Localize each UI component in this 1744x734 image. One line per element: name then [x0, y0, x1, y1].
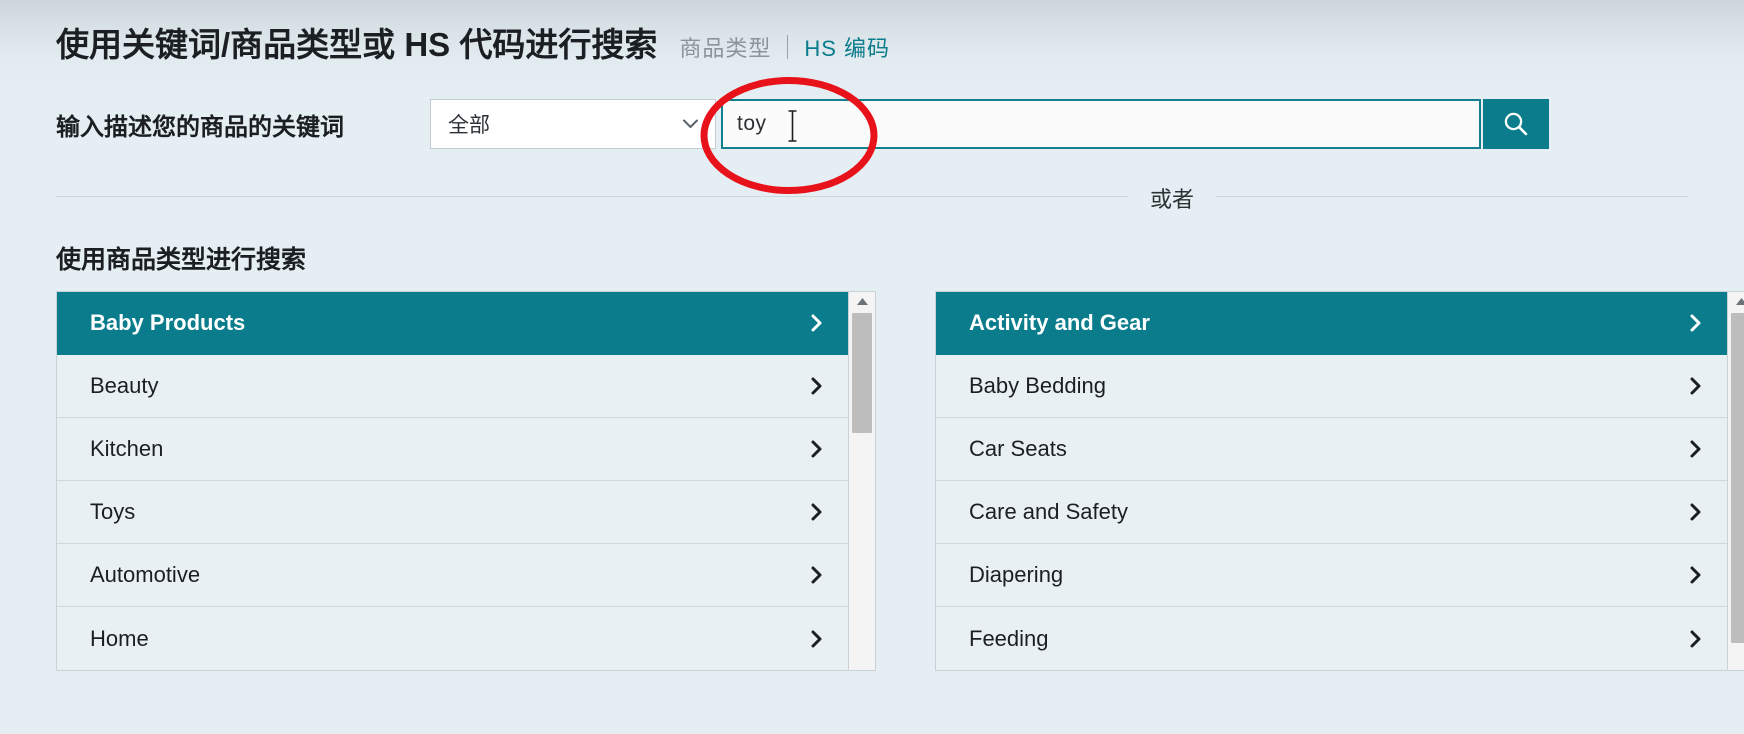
tab-product-type[interactable]: 商品类型 [679, 31, 771, 63]
category-row-care-and-safety[interactable]: Care and Safety [936, 481, 1727, 544]
chevron-right-icon [808, 501, 826, 523]
category-list-left: Baby Products Beauty Kitchen Toys Automo… [56, 291, 848, 671]
category-panels: Baby Products Beauty Kitchen Toys Automo… [56, 291, 1744, 671]
category-row-home[interactable]: Home [57, 607, 848, 670]
category-panel-left: Baby Products Beauty Kitchen Toys Automo… [56, 291, 876, 671]
chevron-right-icon [808, 628, 826, 650]
search-bar: 输入描述您的商品的关键词 全部 toy [56, 98, 1549, 150]
category-label: Diapering [969, 562, 1064, 587]
category-row-feeding[interactable]: Feeding [936, 607, 1727, 670]
category-label: Baby Products [90, 310, 246, 335]
chevron-right-icon [1687, 564, 1705, 586]
category-row-activity-and-gear[interactable]: Activity and Gear [936, 292, 1727, 355]
category-list-right: Activity and Gear Baby Bedding Car Seats [935, 291, 1727, 671]
chevron-right-icon [1687, 438, 1705, 460]
category-row-beauty[interactable]: Beauty [57, 355, 848, 418]
category-row-automotive[interactable]: Automotive [57, 544, 848, 607]
search-button[interactable] [1483, 99, 1549, 149]
caret-up-icon[interactable] [849, 292, 875, 310]
chevron-right-icon [1687, 375, 1705, 397]
category-row-kitchen[interactable]: Kitchen [57, 418, 848, 481]
category-row-toys[interactable]: Toys [57, 481, 848, 544]
tab-hs-code[interactable]: HS 编码 [804, 31, 890, 63]
scrollbar-right[interactable] [1727, 291, 1744, 671]
category-select-value: 全部 [448, 114, 490, 137]
category-select[interactable]: 全部 [430, 99, 716, 149]
text-ibeam-cursor-icon [787, 110, 798, 142]
header-links: 商品类型 HS 编码 [679, 31, 890, 63]
category-row-diapering[interactable]: Diapering [936, 544, 1727, 607]
chevron-right-icon [808, 438, 826, 460]
search-input-value: toy [737, 112, 767, 135]
or-label: 或者 [1150, 187, 1195, 212]
category-label: Beauty [90, 373, 159, 398]
chevron-right-icon [1687, 628, 1705, 650]
category-label: Baby Bedding [969, 373, 1106, 398]
chevron-right-icon [808, 564, 826, 586]
category-label: Kitchen [90, 436, 164, 461]
search-label: 输入描述您的商品的关键词 [56, 113, 344, 141]
product-search-page: 使用关键词/商品类型或 HS 代码进行搜索 商品类型 HS 编码 输入描述您的商… [0, 0, 1744, 734]
chevron-right-icon [1687, 312, 1705, 334]
divider-line-right [1216, 195, 1688, 197]
category-row-baby-bedding[interactable]: Baby Bedding [936, 355, 1727, 418]
category-label: Car Seats [969, 436, 1067, 461]
search-icon [1502, 110, 1530, 138]
category-label: Care and Safety [969, 499, 1128, 524]
category-label: Toys [90, 499, 136, 524]
category-label: Feeding [969, 625, 1049, 651]
category-row-baby-products[interactable]: Baby Products [57, 292, 848, 355]
page-title: 使用关键词/商品类型或 HS 代码进行搜索 [56, 26, 658, 63]
chevron-right-icon [1687, 501, 1705, 523]
header-link-separator [787, 35, 789, 59]
chevron-right-icon [808, 375, 826, 397]
page-header: 使用关键词/商品类型或 HS 代码进行搜索 商品类型 HS 编码 [56, 18, 890, 66]
browse-heading: 使用商品类型进行搜索 [56, 246, 307, 274]
scrollbar-thumb-left[interactable] [852, 313, 872, 433]
or-divider: 或者 [56, 183, 1688, 212]
category-label: Activity and Gear [969, 310, 1150, 335]
category-panel-right: Activity and Gear Baby Bedding Car Seats [935, 291, 1744, 671]
chevron-down-icon [682, 116, 699, 133]
chevron-right-icon [808, 312, 826, 334]
category-label: Automotive [90, 562, 201, 587]
category-label: Home [90, 625, 149, 651]
caret-up-icon[interactable] [1728, 292, 1744, 310]
scrollbar-left[interactable] [848, 291, 876, 671]
category-row-car-seats[interactable]: Car Seats [936, 418, 1727, 481]
search-input[interactable]: toy [721, 99, 1481, 149]
divider-line-left [56, 195, 1128, 197]
scrollbar-thumb-right[interactable] [1731, 313, 1744, 643]
